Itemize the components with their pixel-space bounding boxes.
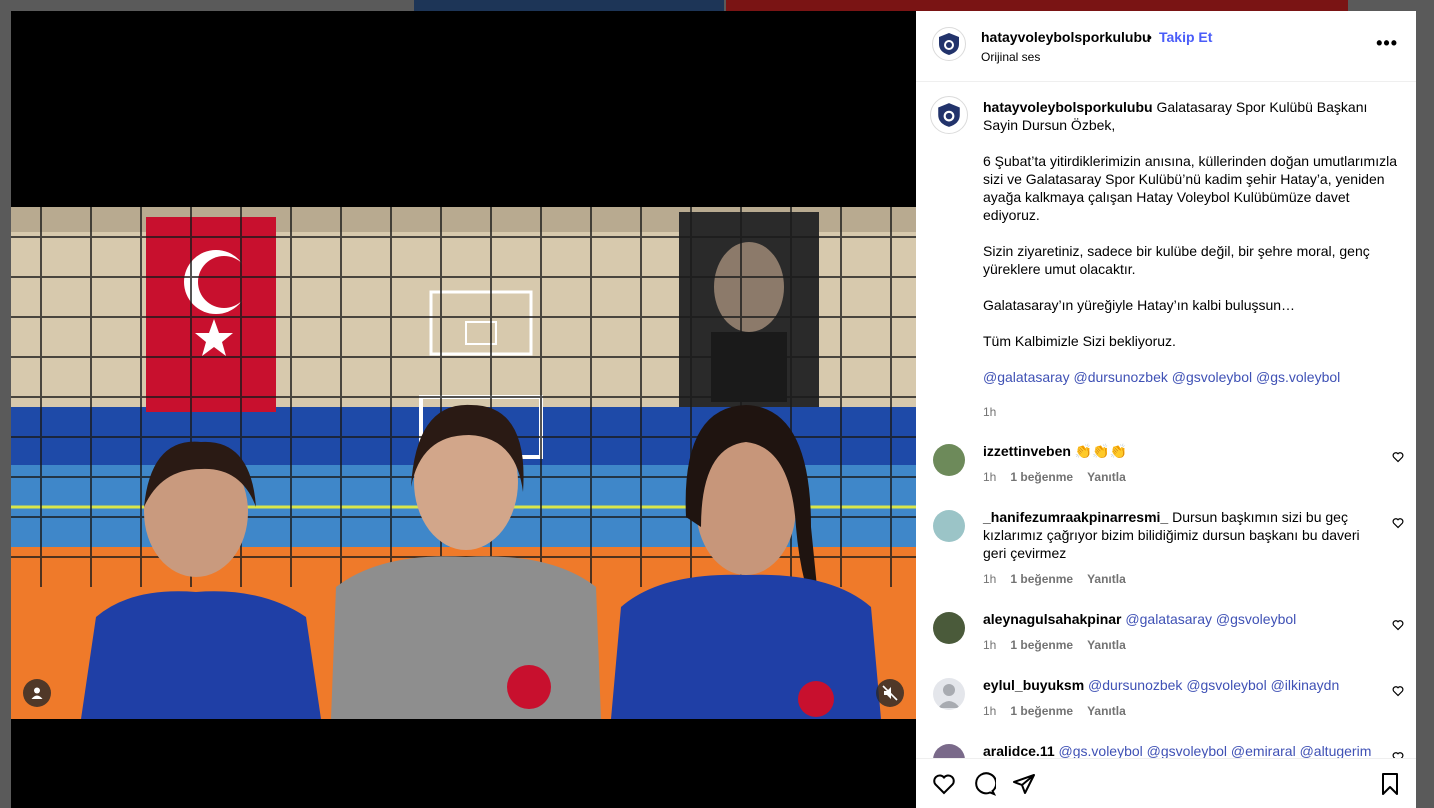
comment-meta: 1h 1 beğenme Yanıtla (983, 572, 1126, 586)
backdrop-strip (414, 0, 724, 11)
commenter-avatar[interactable] (933, 444, 965, 476)
caption-mentions[interactable]: @galatasaray @dursunozbek @gsvoleybol @g… (983, 368, 1399, 386)
comment-likes[interactable]: 1 beğenme (1010, 638, 1073, 652)
caption-paragraph: 6 Şubat’ta yitirdiklerimizin anısına, kü… (983, 153, 1397, 223)
original-audio-link[interactable]: Orijinal ses (981, 50, 1040, 64)
comment-time[interactable]: 1h (983, 704, 996, 718)
heart-icon[interactable] (1392, 618, 1404, 636)
reply-button[interactable]: Yanıtla (1087, 638, 1126, 652)
media-area (11, 11, 916, 808)
comment-icon[interactable] (972, 772, 998, 801)
comment-likes[interactable]: 1 beğenme (1010, 470, 1073, 484)
post-header: hatayvoleybolsporkulubu • Takip Et Oriji… (916, 11, 1416, 82)
follow-button[interactable]: Takip Et (1159, 29, 1212, 45)
comment-likes[interactable]: 1 beğenme (1010, 572, 1073, 586)
more-options-icon[interactable]: ••• (1376, 33, 1398, 54)
default-avatar-icon[interactable] (933, 678, 965, 710)
reel-video[interactable] (11, 207, 916, 719)
post-modal: hatayvoleybolsporkulubu • Takip Et Oriji… (11, 11, 1416, 808)
comment-meta: 1h 1 beğenme Yanıtla (983, 704, 1126, 718)
comment-username[interactable]: aralidce.11 (983, 743, 1055, 759)
commenter-avatar[interactable] (933, 744, 965, 759)
comment-meta: 1h 1 beğenme Yanıtla (983, 638, 1126, 652)
comment-time[interactable]: 1h (983, 572, 996, 586)
header-separator: • (1147, 29, 1152, 45)
heart-icon[interactable] (1392, 450, 1404, 468)
comment-username[interactable]: aleynagulsahakpinar (983, 611, 1122, 627)
profile-avatar[interactable] (932, 27, 966, 61)
caption-username[interactable]: hatayvoleybolsporkulubu (983, 99, 1153, 115)
post-action-bar (916, 758, 1416, 808)
muted-speaker-icon[interactable] (876, 679, 904, 707)
reply-button[interactable]: Yanıtla (1087, 470, 1126, 484)
comments-scroll-area[interactable]: hatayvoleybolsporkulubu Galatasaray Spor… (916, 82, 1416, 759)
bookmark-icon[interactable] (1378, 772, 1402, 801)
comment-text: 👏👏👏 (1074, 443, 1128, 459)
reply-button[interactable]: Yanıtla (1087, 704, 1126, 718)
share-icon[interactable] (1012, 772, 1036, 801)
comment-username[interactable]: _hanifezumraakpinarresmi_ (983, 509, 1168, 525)
caption-paragraph: Galatasaray’ın yüreğiyle Hatay’ın kalbi … (983, 297, 1296, 313)
post-caption: hatayvoleybolsporkulubu Galatasaray Spor… (983, 98, 1399, 404)
heart-icon[interactable] (1392, 684, 1404, 702)
backdrop-strip (726, 0, 1348, 11)
caption-paragraph: Tüm Kalbimizle Sizi bekliyoruz. (983, 333, 1176, 349)
comment-time[interactable]: 1h (983, 638, 996, 652)
comment-username[interactable]: eylul_buyuksm (983, 677, 1084, 693)
caption-avatar[interactable] (930, 96, 968, 134)
post-side-panel: hatayvoleybolsporkulubu • Takip Et Oriji… (916, 11, 1416, 808)
reply-button[interactable]: Yanıtla (1087, 572, 1126, 586)
commenter-avatar[interactable] (933, 510, 965, 542)
commenter-avatar[interactable] (933, 612, 965, 644)
comment-time[interactable]: 1h (983, 470, 996, 484)
caption-paragraph: Sizin ziyaretiniz, sadece bir kulübe değ… (983, 243, 1370, 277)
comment-meta: 1h 1 beğenme Yanıtla (983, 470, 1126, 484)
heart-icon[interactable] (932, 772, 956, 801)
header-username[interactable]: hatayvoleybolsporkulubu (981, 29, 1151, 45)
caption-time[interactable]: 1h (983, 405, 996, 419)
comment-text[interactable]: @dursunozbek @gsvoleybol @ilkinaydn (1088, 677, 1339, 693)
heart-icon[interactable] (1392, 516, 1404, 534)
comment-text[interactable]: @galatasaray @gsvoleybol (1125, 611, 1296, 627)
comment-username[interactable]: izzettinveben (983, 443, 1071, 459)
comment-likes[interactable]: 1 beğenme (1010, 704, 1073, 718)
user-tag-icon[interactable] (23, 679, 51, 707)
